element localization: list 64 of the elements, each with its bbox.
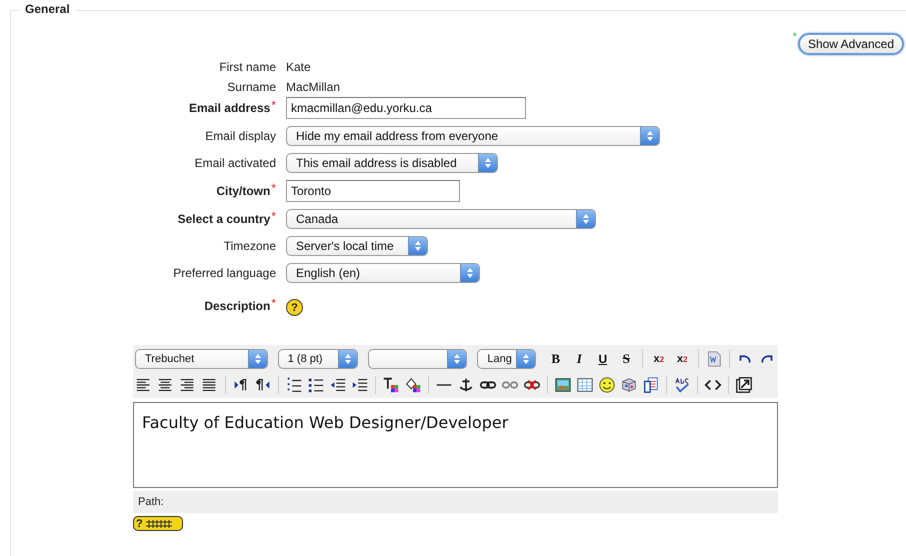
field-label: Surname [227, 80, 276, 94]
table-icon[interactable] [576, 376, 594, 394]
editor-text: Faculty of Education Web Designer/Developer [142, 413, 508, 432]
input-field[interactable]: kmacmillan@edu.yorku.ca [286, 97, 526, 119]
smiley-icon[interactable] [598, 376, 616, 394]
toolbar-select[interactable] [368, 349, 468, 369]
italic-button[interactable]: I [570, 349, 590, 369]
numbered-list-icon[interactable] [285, 376, 303, 394]
field-label: Timezone [224, 239, 276, 253]
text-color-icon[interactable] [382, 376, 400, 394]
select-field[interactable]: This email address is disabled [286, 153, 498, 173]
anchor-icon[interactable] [457, 376, 475, 394]
field-value: Kate [286, 60, 311, 74]
cube-icon[interactable] [620, 376, 638, 394]
field-label: City/town [216, 184, 270, 198]
outdent-icon[interactable] [329, 376, 347, 394]
select-arrows-icon [447, 350, 466, 368]
field-label: Preferred language [173, 266, 276, 280]
toolbar-select[interactable]: 1 (8 pt) [278, 349, 358, 369]
strikethrough-button[interactable]: S [616, 349, 636, 369]
input-field[interactable]: Toronto [286, 180, 460, 202]
fullscreen-icon[interactable] [735, 376, 753, 394]
keyboard-icon [144, 518, 173, 528]
select-arrows-icon [408, 237, 427, 255]
select-field[interactable]: Canada [286, 209, 596, 229]
field-label: First name [219, 60, 276, 74]
section-legend: General [19, 2, 76, 16]
paint-bucket-icon[interactable] [404, 376, 422, 394]
field-label: Email address [188, 101, 270, 115]
underline-button[interactable]: U [593, 349, 613, 369]
required-marker: * [271, 181, 276, 195]
select-arrows-icon [640, 127, 659, 145]
field-label: Description [204, 299, 270, 313]
select-arrows-icon [460, 264, 479, 282]
path-label: Path: [138, 496, 164, 508]
indent-icon[interactable] [351, 376, 369, 394]
field-label: Select a country [178, 212, 270, 226]
select-arrows-icon [338, 350, 357, 368]
toolbar-select[interactable]: Lang [477, 349, 536, 369]
select-arrows-icon [576, 210, 595, 228]
show-advanced-button[interactable]: Show Advanced [798, 33, 904, 55]
required-marker: * [271, 209, 276, 223]
field-label: Email activated [194, 156, 276, 170]
select-arrows-icon [248, 350, 267, 368]
select-field[interactable]: Hide my email address from everyone [286, 126, 660, 146]
field-label: Email display [205, 129, 276, 143]
word-document-icon[interactable] [705, 350, 724, 368]
keyboard-help-button[interactable]: ? [133, 516, 183, 531]
select-field[interactable]: English (en) [286, 263, 480, 283]
toolbar-select[interactable]: Trebuchet [135, 349, 268, 369]
select-field[interactable]: Server's local time [286, 236, 428, 256]
image-icon[interactable] [554, 376, 572, 394]
bold-button[interactable]: B [546, 349, 566, 369]
advanced-marker: * [792, 33, 797, 41]
field-value: MacMillan [286, 80, 340, 94]
document-icon[interactable] [642, 376, 660, 394]
spellcheck-icon[interactable] [673, 376, 691, 394]
select-arrows-icon [478, 154, 497, 172]
bullet-list-icon[interactable] [307, 376, 325, 394]
help-button[interactable]: ? [286, 299, 303, 316]
editor-text-area[interactable]: Faculty of Education Web Designer/Developer [133, 402, 778, 488]
select-arrows-icon [516, 350, 535, 368]
required-marker: * [271, 296, 276, 310]
required-marker: * [271, 98, 276, 112]
